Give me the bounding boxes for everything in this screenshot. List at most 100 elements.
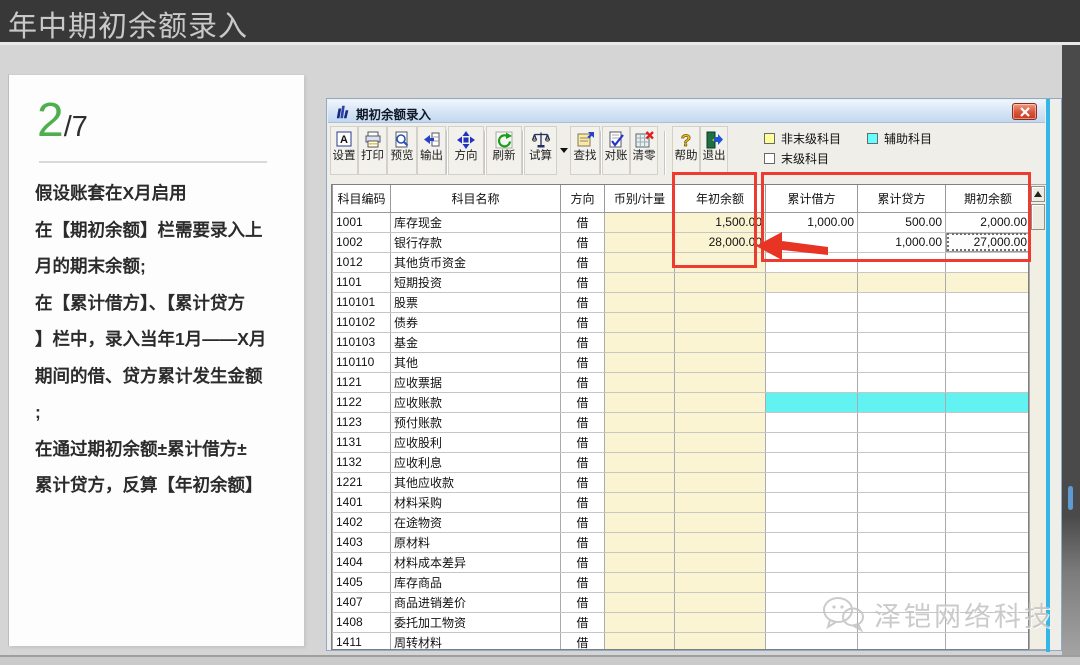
cell-obal[interactable] xyxy=(946,272,1030,292)
cell-ccredit[interactable] xyxy=(858,472,946,492)
cell-ccredit[interactable]: 500.00 xyxy=(858,212,946,232)
cell-obal[interactable] xyxy=(946,292,1030,312)
cell-cdebit[interactable]: 1,000.00 xyxy=(766,212,858,232)
cell-obal[interactable]: 2,000.00 xyxy=(946,212,1030,232)
cell-ccredit[interactable]: 1,000.00 xyxy=(858,232,946,252)
arrow-up-icon xyxy=(1034,191,1042,197)
cell-obal[interactable] xyxy=(946,492,1030,512)
cell-cdebit[interactable] xyxy=(766,392,858,412)
cell-ccredit[interactable] xyxy=(858,332,946,352)
instruction-text: 假设账套在X月启用在【期初余额】栏需要录入上月的期末余额;在【累计借方】、【累计… xyxy=(35,175,293,504)
cell-ccredit[interactable] xyxy=(858,412,946,432)
cell-ccredit[interactable] xyxy=(858,632,946,650)
close-button[interactable] xyxy=(1012,103,1037,120)
cell-cdebit[interactable] xyxy=(766,612,858,632)
cell-ccredit[interactable] xyxy=(858,552,946,572)
cell-cdebit[interactable] xyxy=(766,252,858,272)
table-row: 1002银行存款借28,000.001,000.0027,000.00 xyxy=(333,232,1030,252)
cell-ccredit[interactable] xyxy=(858,252,946,272)
cell-cdebit[interactable] xyxy=(766,352,858,372)
cell-ccredit[interactable] xyxy=(858,512,946,532)
cell-ccredit[interactable] xyxy=(858,352,946,372)
cell-cdebit[interactable] xyxy=(766,532,858,552)
cell-ccredit[interactable] xyxy=(858,612,946,632)
cell-obal[interactable] xyxy=(946,392,1030,412)
help-button[interactable]: ? 帮助 xyxy=(672,126,700,175)
cell-obal[interactable] xyxy=(946,452,1030,472)
export-button[interactable]: 输出 xyxy=(417,126,446,175)
cell-obal[interactable] xyxy=(946,532,1030,552)
cell-cdebit[interactable] xyxy=(766,452,858,472)
table-scrollbar[interactable] xyxy=(1029,184,1047,650)
cell-obal[interactable] xyxy=(946,432,1030,452)
cell-ccredit[interactable] xyxy=(858,272,946,292)
cell-obal[interactable] xyxy=(946,632,1030,650)
font-settings-icon: A xyxy=(334,130,354,150)
refresh-button[interactable]: 刷新 xyxy=(486,126,522,175)
print-button[interactable]: 打印 xyxy=(358,126,387,175)
table-row: 1402在途物资借 xyxy=(333,512,1030,532)
cell-cdebit[interactable] xyxy=(766,232,858,252)
scroll-up-button[interactable] xyxy=(1031,186,1045,202)
cell-ccredit[interactable] xyxy=(858,292,946,312)
cell-cdebit[interactable] xyxy=(766,372,858,392)
clear-zero-button[interactable]: 清零 xyxy=(630,126,658,175)
cell-obal[interactable] xyxy=(946,352,1030,372)
balance-table: 科目编码 科目名称 方向 币别/计量 年初余额 累计借方 累计贷方 期初余额 1… xyxy=(331,184,1029,650)
exit-button[interactable]: 退出 xyxy=(700,126,728,175)
col-header-cum-debit: 累计借方 xyxy=(766,185,858,212)
cell-ccredit[interactable] xyxy=(858,592,946,612)
cell-ccredit[interactable] xyxy=(858,432,946,452)
cell-cdebit[interactable] xyxy=(766,412,858,432)
cell-code: 1405 xyxy=(333,572,391,592)
cell-cdebit[interactable] xyxy=(766,492,858,512)
scrollbar-thumb[interactable] xyxy=(1031,204,1045,230)
cell-ccredit[interactable] xyxy=(858,392,946,412)
cell-obal[interactable] xyxy=(946,252,1030,272)
find-button[interactable]: 查找 xyxy=(570,126,600,175)
cell-ccredit[interactable] xyxy=(858,572,946,592)
settings-button[interactable]: A 设置 xyxy=(330,126,358,175)
cell-obal[interactable] xyxy=(946,372,1030,392)
cell-cdebit[interactable] xyxy=(766,632,858,650)
trial-balance-dropdown[interactable] xyxy=(557,126,570,175)
cell-ccredit[interactable] xyxy=(858,372,946,392)
cell-ybal xyxy=(675,412,766,432)
cell-cdebit[interactable] xyxy=(766,312,858,332)
cell-ccredit[interactable] xyxy=(858,452,946,472)
cell-cdebit[interactable] xyxy=(766,472,858,492)
page-scrollbar-thumb[interactable] xyxy=(1068,486,1073,510)
cell-obal[interactable] xyxy=(946,612,1030,632)
cell-cdebit[interactable] xyxy=(766,432,858,452)
cell-code: 110110 xyxy=(333,352,391,372)
cell-obal[interactable] xyxy=(946,512,1030,532)
reconcile-button[interactable]: 对账 xyxy=(602,126,630,175)
cell-currency xyxy=(605,572,675,592)
cell-ccredit[interactable] xyxy=(858,532,946,552)
cell-ccredit[interactable] xyxy=(858,312,946,332)
cell-cdebit[interactable] xyxy=(766,292,858,312)
cell-cdebit[interactable] xyxy=(766,272,858,292)
cell-dir: 借 xyxy=(561,492,605,512)
preview-button[interactable]: 预览 xyxy=(387,126,417,175)
cell-obal[interactable] xyxy=(946,472,1030,492)
cell-obal[interactable] xyxy=(946,312,1030,332)
instruction-line: 】栏中，录入当年1月——X月 xyxy=(35,321,293,358)
cell-obal[interactable] xyxy=(946,332,1030,352)
cell-cdebit[interactable] xyxy=(766,572,858,592)
cell-cdebit[interactable] xyxy=(766,512,858,532)
cell-cdebit[interactable] xyxy=(766,592,858,612)
cell-cdebit[interactable] xyxy=(766,332,858,352)
cell-obal[interactable] xyxy=(946,592,1030,612)
instruction-line: ; xyxy=(35,394,293,431)
cell-obal[interactable] xyxy=(946,552,1030,572)
cell-obal[interactable]: 27,000.00 xyxy=(946,232,1030,252)
cell-ccredit[interactable] xyxy=(858,492,946,512)
trial-balance-button[interactable]: 试算 xyxy=(524,126,557,175)
cell-obal[interactable] xyxy=(946,572,1030,592)
step-divider-line xyxy=(39,161,267,163)
cell-cdebit[interactable] xyxy=(766,552,858,572)
direction-button[interactable]: 方向 xyxy=(448,126,484,175)
cell-obal[interactable] xyxy=(946,412,1030,432)
window-titlebar[interactable]: 期初余额录入 xyxy=(328,100,1045,123)
